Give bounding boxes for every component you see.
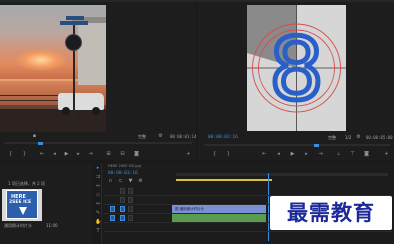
- railing: [0, 95, 60, 101]
- street-sign: [66, 16, 84, 20]
- step-forward-icon[interactable]: ▸: [304, 152, 309, 157]
- razor-tool-icon[interactable]: ◇: [95, 192, 101, 198]
- program-scrub-bar[interactable]: [204, 144, 390, 146]
- program-monitor-panel: 8 00:00:03:16 完整 1/2 ⚙ 00:00:05:00: [198, 2, 394, 160]
- source-monitor-frame: [0, 5, 106, 132]
- extract-icon[interactable]: ⊤: [350, 152, 355, 157]
- countdown-leader-graphic: 8: [247, 5, 346, 131]
- transport-row: { } ⇤ ◂ ▶ ▸ ⇥ ⊞ ⊟ ◙ + { } ⇤ ◂ ▶ ▸ ⇥ ⊥ ⊤ …: [0, 150, 394, 160]
- track-toggle[interactable]: [120, 188, 125, 194]
- program-playhead[interactable]: [314, 144, 319, 147]
- wrench-icon[interactable]: ⚙: [158, 134, 163, 139]
- mark-out-icon[interactable]: }: [226, 152, 231, 157]
- source-patch-a1[interactable]: [110, 215, 115, 221]
- wrench-icon[interactable]: ⚙: [356, 135, 361, 140]
- thumbnail-line2: 2SEE ICE: [9, 200, 32, 205]
- overwrite-icon[interactable]: ⊟: [120, 152, 125, 157]
- street-sign: [60, 21, 88, 25]
- source-fit-select[interactable]: 完整: [138, 134, 146, 140]
- step-back-icon[interactable]: ◂: [52, 152, 57, 157]
- source-playhead[interactable]: [38, 142, 43, 145]
- car-wheel: [62, 107, 70, 115]
- type-tool-icon[interactable]: T: [95, 228, 101, 234]
- project-panel: 1 项已选择，共 2 项 HERE 2SEE ICE 通用倒计时片头 11:00: [0, 163, 92, 244]
- timeline-timecode[interactable]: 00:00:03:16: [108, 171, 138, 176]
- export-frame-icon[interactable]: ◙: [364, 152, 369, 157]
- program-resolution-select[interactable]: 1/2: [345, 135, 351, 140]
- export-frame-icon[interactable]: ◙: [134, 152, 139, 157]
- add-button-icon[interactable]: +: [186, 152, 191, 157]
- mark-in-icon[interactable]: {: [8, 152, 13, 157]
- mark-in-icon[interactable]: {: [212, 152, 217, 157]
- sequence-tab[interactable]: HERE 2SEE ICE.jpg: [108, 164, 141, 168]
- ripple-edit-icon[interactable]: ⇔: [95, 183, 101, 189]
- project-thumbnail[interactable]: HERE 2SEE ICE: [2, 189, 42, 221]
- source-patch-v1[interactable]: [110, 206, 115, 212]
- source-duration: 00:00:01:14: [170, 134, 197, 139]
- program-timecode[interactable]: 00:00:03:16: [208, 135, 238, 140]
- slip-tool-icon[interactable]: ↔: [95, 201, 101, 207]
- track-toggle[interactable]: [128, 188, 133, 194]
- add-marker-icon[interactable]: ▼: [128, 179, 133, 184]
- go-to-in-icon[interactable]: ⇤: [262, 152, 267, 157]
- marker-icon[interactable]: ▪: [32, 134, 37, 139]
- house: [78, 23, 106, 85]
- track-header-v2: [104, 196, 164, 205]
- play-icon[interactable]: ▶: [64, 152, 69, 157]
- program-fit-select[interactable]: 完整: [328, 135, 336, 141]
- pen-tool-icon[interactable]: ✎: [95, 210, 101, 216]
- countdown-clip[interactable]: 图 通用倒计时片头: [172, 205, 266, 213]
- track-header-v3: [104, 187, 164, 196]
- track-toggle[interactable]: [120, 197, 125, 203]
- settings-icon[interactable]: ⚙: [138, 179, 143, 184]
- sunset-glow: [16, 49, 66, 71]
- watermark-text: 最需教育: [287, 201, 375, 225]
- thumbnail-sign: HERE 2SEE ICE: [6, 190, 38, 219]
- watermark: 最需教育: [270, 196, 392, 230]
- thumbnail-name: 通用倒计时片头: [4, 223, 32, 228]
- audio-clip[interactable]: [172, 214, 266, 222]
- track-header-a1: [104, 214, 164, 223]
- add-button-icon[interactable]: +: [384, 152, 389, 157]
- stop-sign: [65, 34, 82, 51]
- track-target-v1[interactable]: [120, 206, 125, 212]
- snap-icon[interactable]: ∩: [108, 179, 113, 184]
- thumbnail-duration: 11:00: [46, 223, 58, 228]
- mark-out-icon[interactable]: }: [22, 152, 27, 157]
- clip-label: 图 通用倒计时片头: [175, 206, 205, 211]
- source-monitor-panel: ▪ 完整 ⚙ 00:00:01:14: [0, 2, 197, 160]
- car-wheel: [92, 107, 100, 115]
- leader-digit: 8: [269, 20, 324, 120]
- tools-panel: ▸ ⇉ ⇔ ◇ ↔ ✎ ✋ T: [94, 163, 102, 244]
- program-duration: 00:00:05:00: [366, 135, 393, 140]
- down-arrow-icon: [19, 207, 27, 215]
- track-toggle[interactable]: [128, 197, 133, 203]
- track-header-v1: [104, 205, 164, 214]
- source-scrub-bar[interactable]: [4, 142, 192, 144]
- countdown-leader-frame: 8: [247, 5, 346, 131]
- work-area-bar[interactable]: [176, 179, 272, 181]
- selection-tool-icon[interactable]: ▸: [95, 165, 101, 171]
- lift-icon[interactable]: ⊥: [336, 152, 341, 157]
- project-item-count: 1 项已选择，共 2 项: [8, 181, 45, 186]
- track-select-icon[interactable]: ⇉: [95, 174, 101, 180]
- track-target-a1[interactable]: [120, 215, 125, 221]
- linked-selection-icon[interactable]: ⊂: [118, 179, 123, 184]
- step-back-icon[interactable]: ◂: [276, 152, 281, 157]
- go-to-in-icon[interactable]: ⇤: [40, 152, 45, 157]
- insert-icon[interactable]: ⊞: [106, 152, 111, 157]
- play-icon[interactable]: ▶: [290, 152, 295, 157]
- go-to-out-icon[interactable]: ⇥: [318, 152, 323, 157]
- step-forward-icon[interactable]: ▸: [76, 152, 81, 157]
- street-ground: [0, 109, 106, 132]
- track-toggle[interactable]: [128, 215, 133, 221]
- go-to-out-icon[interactable]: ⇥: [88, 152, 93, 157]
- time-ruler[interactable]: [176, 173, 388, 176]
- hand-tool-icon[interactable]: ✋: [95, 219, 101, 225]
- track-toggle[interactable]: [128, 206, 133, 212]
